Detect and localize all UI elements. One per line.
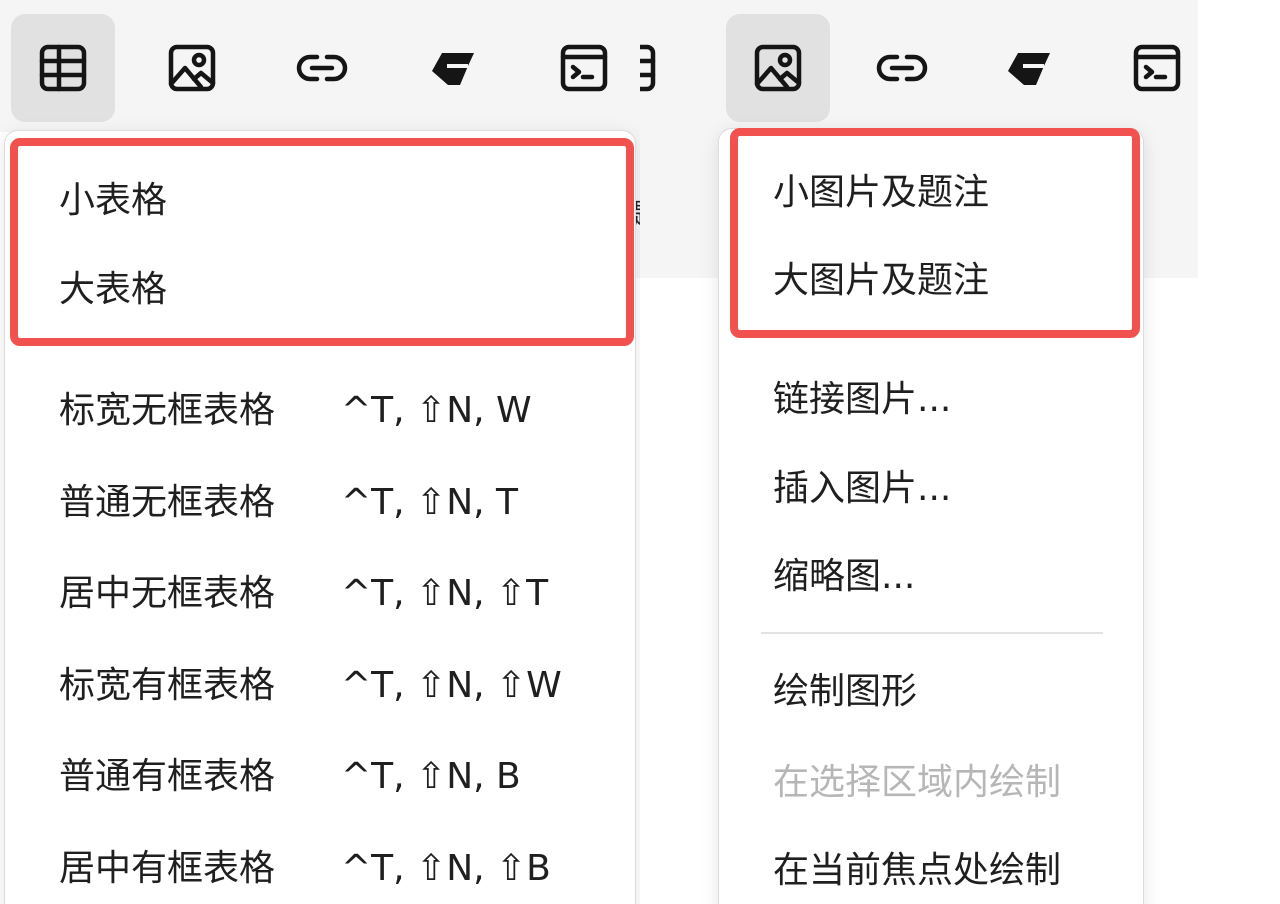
link-button[interactable] — [850, 14, 954, 122]
link-icon — [296, 54, 348, 82]
menu-item-link-image[interactable]: 链接图片... — [773, 378, 951, 422]
menu-item-table[interactable]: 普通有框表格 ^T, ⇧N, B — [59, 755, 521, 799]
terminal-button[interactable] — [532, 14, 636, 122]
menu-item-draw-at-focus[interactable]: 在当前焦点处绘制 — [773, 849, 1061, 893]
keyboard-shortcut: ^T, ⇧N, ⇧B — [341, 848, 551, 889]
menu-item-table[interactable]: 普通无框表格 ^T, ⇧N, T — [59, 481, 518, 525]
image-icon — [754, 44, 802, 92]
image-dropdown-menu: 小图片及题注 大图片及题注 链接图片... 插入图片... 缩略图... 绘制图… — [718, 128, 1144, 904]
eraser-icon — [1008, 53, 1050, 85]
table-button[interactable] — [11, 14, 115, 122]
image-button[interactable] — [140, 14, 244, 122]
terminal-icon — [1133, 44, 1181, 92]
eraser-button[interactable] — [978, 14, 1082, 122]
menu-item-table[interactable]: 居中有框表格 ^T, ⇧N, ⇧B — [59, 847, 551, 891]
eraser-button[interactable] — [402, 14, 506, 122]
menu-item-large-table[interactable]: 大表格 — [59, 268, 167, 312]
menu-item-table[interactable]: 标宽有框表格 ^T, ⇧N, ⇧W — [59, 664, 562, 708]
image-icon — [168, 44, 216, 92]
table-button[interactable] — [640, 14, 684, 122]
terminal-button[interactable] — [1105, 14, 1198, 122]
table-menu-panel: 题 小表格 大表格 标宽无框表格 ^T, ⇧N, W 普通无框表格 ^T, ⇧N… — [0, 0, 640, 904]
keyboard-shortcut: ^T, ⇧N, ⇧T — [341, 573, 549, 614]
terminal-icon — [560, 44, 608, 92]
keyboard-shortcut: ^T, ⇧N, T — [341, 482, 519, 523]
keyboard-shortcut: ^T, ⇧N, ⇧W — [341, 665, 562, 706]
table-icon — [39, 44, 87, 92]
keyboard-shortcut: ^T, ⇧N, W — [341, 390, 532, 431]
menu-item-draw-shape[interactable]: 绘制图形 — [773, 670, 917, 714]
menu-item-small-table[interactable]: 小表格 — [59, 179, 167, 223]
table-icon — [640, 44, 656, 92]
image-menu-panel: 小图片及题注 大图片及题注 链接图片... 插入图片... 缩略图... 绘制图… — [640, 0, 1198, 904]
keyboard-shortcut: ^T, ⇧N, B — [341, 756, 521, 797]
menu-item-draw-in-selection: 在选择区域内绘制 — [773, 762, 1062, 803]
toolbar — [0, 0, 640, 132]
menu-item-large-image-caption[interactable]: 大图片及题注 — [773, 259, 989, 303]
image-button[interactable] — [726, 14, 830, 122]
menu-item-table[interactable]: 居中无框表格 ^T, ⇧N, ⇧T — [59, 572, 548, 616]
menu-item-thumbnail[interactable]: 缩略图... — [773, 555, 915, 599]
toolbar — [640, 0, 1198, 132]
menu-separator — [761, 632, 1103, 634]
menu-item-table[interactable]: 标宽无框表格 ^T, ⇧N, W — [59, 389, 532, 433]
menu-item-small-image-caption[interactable]: 小图片及题注 — [773, 171, 989, 215]
eraser-icon — [432, 53, 474, 85]
table-dropdown-menu: 小表格 大表格 标宽无框表格 ^T, ⇧N, W 普通无框表格 ^T, ⇧N, … — [4, 130, 636, 904]
link-button[interactable] — [270, 14, 374, 122]
menu-item-insert-image[interactable]: 插入图片... — [773, 467, 951, 511]
link-icon — [876, 54, 928, 82]
